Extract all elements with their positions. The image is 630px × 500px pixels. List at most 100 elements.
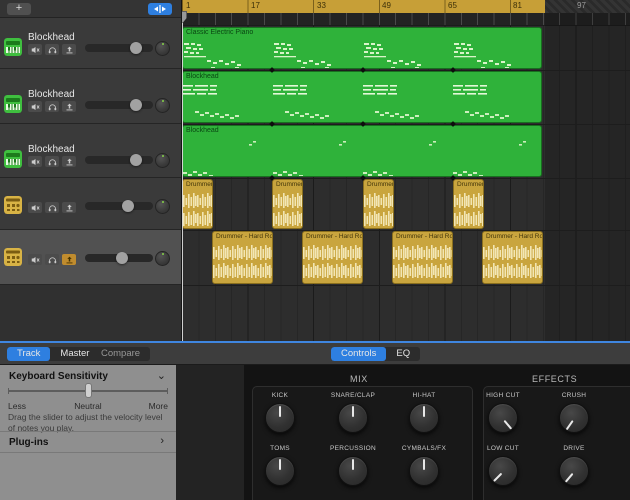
effects-section-header: EFFECTS — [532, 374, 578, 384]
input-monitor-button[interactable] — [62, 156, 76, 167]
midi-region-electric-piano[interactable]: Classic Electric Piano — [182, 27, 542, 69]
region-label: Classic Electric Piano — [186, 29, 254, 36]
drummer-hard-rock-region[interactable]: Drummer - Hard Ro — [302, 231, 363, 284]
audio-waveform — [273, 189, 302, 228]
midi-region-blockhead-3[interactable]: Blockhead — [182, 125, 542, 177]
drummer-region[interactable]: Drummer — [363, 179, 394, 229]
solo-button[interactable] — [45, 44, 59, 55]
input-monitor-icon — [66, 204, 72, 211]
mute-button[interactable] — [28, 44, 42, 55]
track-header-4[interactable] — [0, 178, 181, 230]
solo-button[interactable] — [45, 156, 59, 167]
tab-eq[interactable]: EQ — [386, 347, 420, 361]
mute-button[interactable] — [28, 254, 42, 265]
input-monitor-button[interactable] — [62, 44, 76, 55]
pan-knob[interactable] — [155, 41, 170, 56]
track-header-3[interactable]: Blockhead — [0, 124, 181, 178]
knob-label: CYMBALS/FX — [401, 445, 447, 452]
region-label: Drummer - Hard Ro — [216, 233, 272, 240]
region-label: Blockhead — [186, 127, 219, 134]
knob-indicator — [279, 406, 281, 417]
crush-knob[interactable]: CRUSH — [542, 392, 606, 433]
divider — [0, 431, 176, 432]
drum-machine-icon — [4, 196, 22, 214]
ruler-bar-label: 97 — [577, 1, 586, 10]
pan-knob[interactable] — [155, 98, 170, 113]
mix-group-box: KICK SNARE/CLAP HI-HAT TOMS PERCUSSION C… — [252, 386, 473, 500]
solo-button[interactable] — [45, 202, 59, 213]
pan-knob[interactable] — [155, 199, 170, 214]
input-monitor-icon — [66, 158, 72, 165]
compare-segment: Compare — [91, 347, 151, 361]
pan-knob[interactable] — [155, 153, 170, 168]
audio-waveform — [454, 189, 483, 228]
track-header-2[interactable]: Blockhead — [0, 69, 181, 124]
volume-slider-thumb[interactable] — [129, 154, 142, 166]
tab-track[interactable]: Track — [7, 347, 51, 361]
audio-waveform — [483, 241, 542, 283]
hi-hat-knob[interactable]: HI-HAT — [392, 392, 456, 433]
tab-controls[interactable]: Controls — [331, 347, 387, 361]
drummer-hard-rock-region[interactable]: Drummer - Hard Ro — [482, 231, 543, 284]
cymbals-fx-knob[interactable]: CYMBALS/FX — [392, 445, 456, 486]
chevron-down-icon[interactable]: ⌄ — [157, 369, 166, 382]
high-cut-knob[interactable]: HIGH CUT — [471, 392, 535, 433]
input-monitor-button[interactable] — [62, 101, 76, 112]
track-header-5-selected[interactable] — [0, 230, 181, 285]
speaker-mute-icon — [31, 103, 40, 110]
track-header-panel: + Blockhead Blockhead Blockhead — [0, 0, 182, 341]
mute-button[interactable] — [28, 101, 42, 112]
volume-slider-thumb[interactable] — [129, 42, 142, 54]
knob-label: PERCUSSION — [330, 445, 376, 452]
catch-playhead-button[interactable] — [148, 3, 172, 15]
solo-button[interactable] — [45, 101, 59, 112]
track-header-empty-area — [0, 285, 181, 341]
controls-eq-segment: Controls EQ — [331, 347, 421, 361]
region-label: Drummer - Hard Ro — [396, 233, 452, 240]
beyond-project-end — [545, 13, 630, 341]
volume-slider[interactable] — [85, 99, 153, 111]
ruler-bar-label: 49 — [382, 1, 391, 10]
drummer-region[interactable]: Drummer — [453, 179, 484, 229]
ruler-cycle-region[interactable] — [182, 0, 545, 13]
track-header-1[interactable]: Blockhead — [0, 18, 181, 69]
volume-slider[interactable] — [85, 252, 153, 264]
drive-knob[interactable]: DRIVE — [542, 445, 606, 486]
ruler-bar-label: 81 — [513, 1, 522, 10]
volume-slider[interactable] — [85, 42, 153, 54]
tracks-area: + Blockhead Blockhead Blockhead 1 17 33 … — [0, 0, 630, 341]
drummer-hard-rock-region[interactable]: Drummer - Hard Ro — [212, 231, 273, 284]
track-name: Blockhead — [28, 144, 75, 155]
kick-knob[interactable]: KICK — [248, 392, 312, 433]
percussion-knob[interactable]: PERCUSSION — [321, 445, 385, 486]
add-track-button[interactable]: + — [7, 3, 31, 15]
drummer-hard-rock-region[interactable]: Drummer - Hard Ro — [392, 231, 453, 284]
low-cut-knob[interactable]: LOW CUT — [471, 445, 535, 486]
input-monitor-button[interactable] — [62, 202, 76, 213]
volume-slider-thumb[interactable] — [116, 252, 129, 264]
pan-knob[interactable] — [155, 251, 170, 266]
solo-button[interactable] — [45, 254, 59, 265]
knob-indicator — [423, 406, 425, 417]
drummer-region[interactable]: Drummer — [272, 179, 303, 229]
snare-clap-knob[interactable]: SNARE/CLAP — [321, 392, 385, 433]
mute-button[interactable] — [28, 202, 42, 213]
compare-button[interactable]: Compare — [91, 347, 150, 361]
volume-slider-thumb[interactable] — [129, 99, 142, 111]
plugins-row[interactable]: Plug-ins — [9, 437, 48, 448]
mute-button[interactable] — [28, 156, 42, 167]
chevron-right-icon[interactable]: › — [160, 435, 164, 447]
knob-label: TOMS — [270, 445, 290, 452]
row-separator — [182, 230, 630, 231]
sensitivity-slider[interactable] — [8, 383, 168, 398]
volume-slider[interactable] — [85, 200, 153, 212]
region-label: Drummer — [367, 181, 393, 188]
input-monitor-button-active[interactable] — [62, 254, 76, 265]
volume-slider[interactable] — [85, 154, 153, 166]
sensitivity-slider-thumb[interactable] — [84, 383, 92, 398]
toms-knob[interactable]: TOMS — [248, 445, 312, 486]
ruler-beyond-end[interactable] — [545, 0, 630, 13]
volume-slider-thumb[interactable] — [121, 200, 134, 212]
drummer-region[interactable]: Drummer — [182, 179, 213, 229]
midi-region-blockhead-2[interactable]: Blockhead — [182, 71, 542, 123]
